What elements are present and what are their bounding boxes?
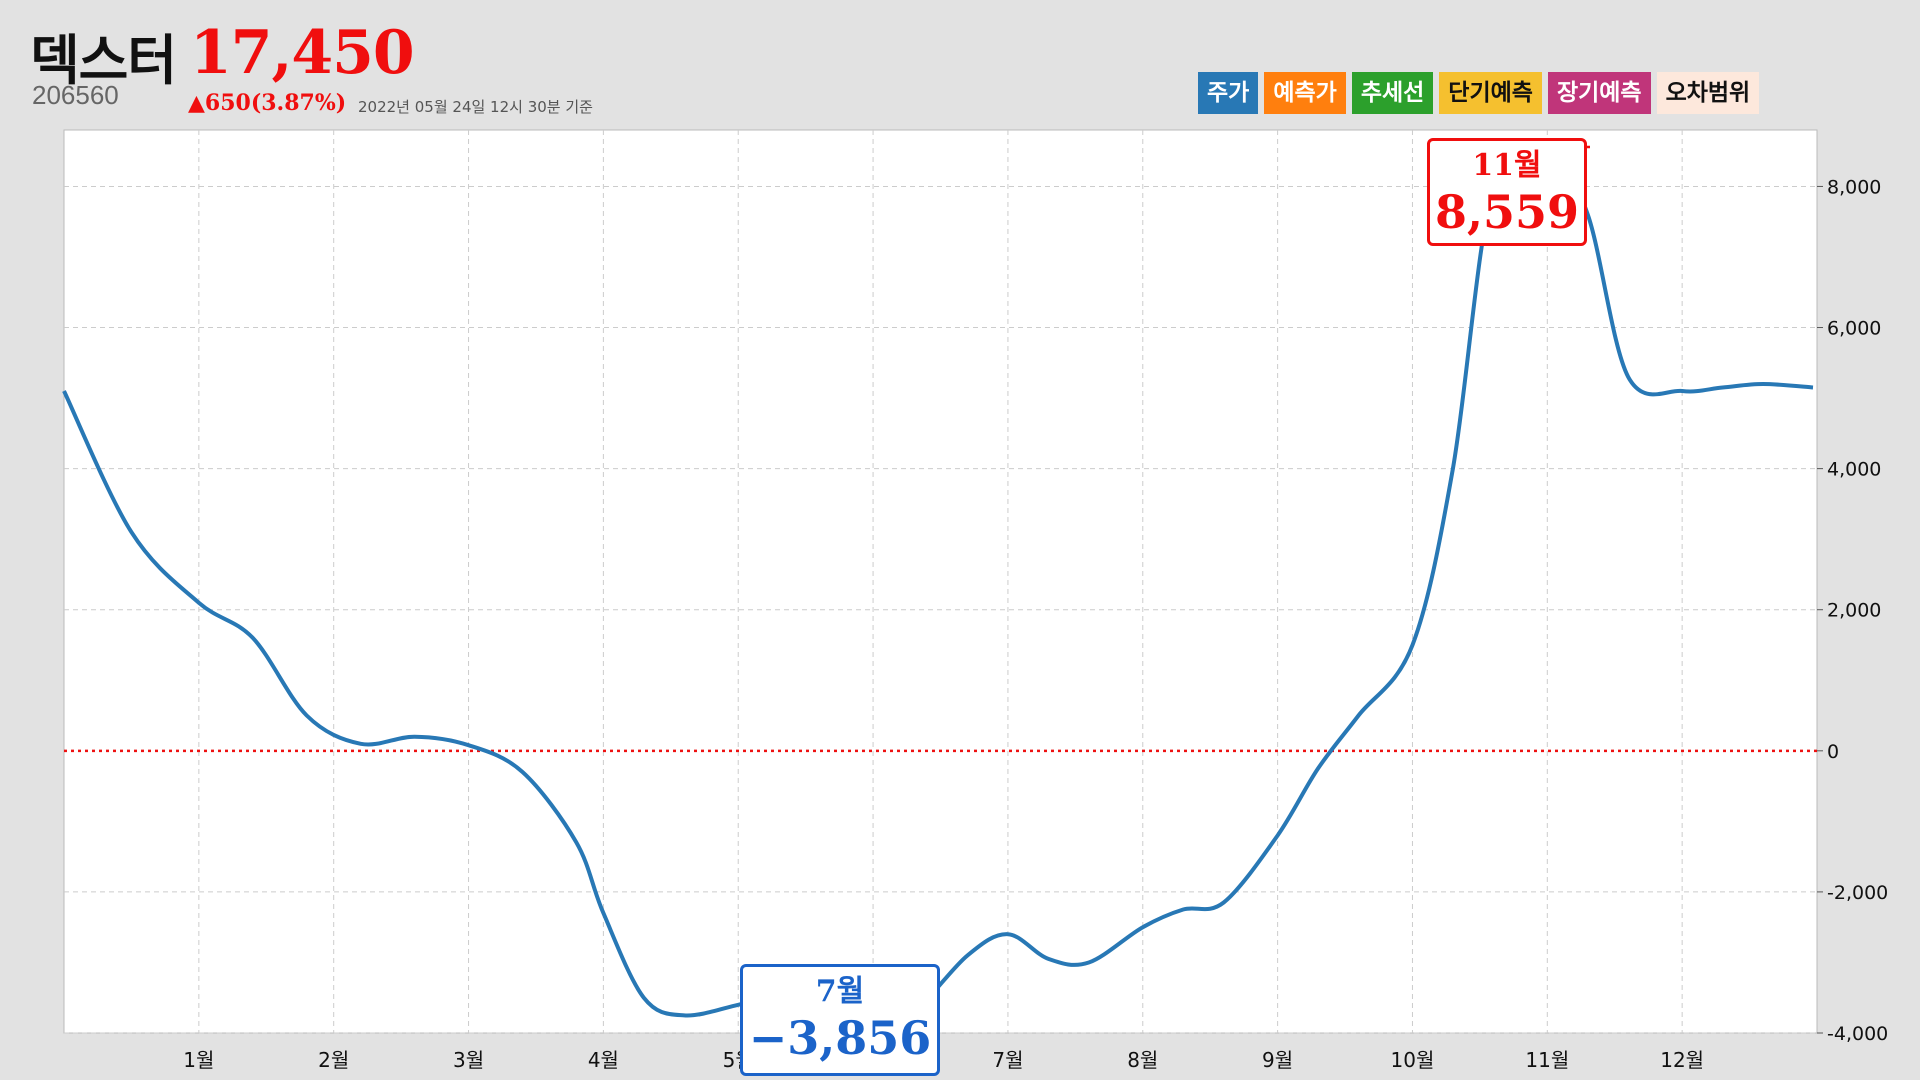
y-tick-label: 2,000 bbox=[1827, 600, 1881, 622]
max-annotation: 11월 8,559 bbox=[1427, 138, 1587, 246]
y-tick-label: 6,000 bbox=[1827, 318, 1881, 340]
line-chart: 1월2월3월4월5월6월7월8월9월10월11월12월-4,000-2,0000… bbox=[62, 129, 1888, 1072]
y-tick-label: 8,000 bbox=[1827, 176, 1881, 198]
x-tick-label: 12월 bbox=[1660, 1048, 1704, 1072]
y-tick-label: -4,000 bbox=[1827, 1023, 1888, 1045]
y-tick-label: -2,000 bbox=[1827, 882, 1888, 904]
x-tick-label: 11월 bbox=[1525, 1048, 1569, 1072]
max-annotation-month: 11월 bbox=[1472, 148, 1542, 183]
max-annotation-value: 8,559 bbox=[1434, 185, 1580, 239]
x-tick-label: 3월 bbox=[453, 1048, 484, 1072]
plot-area bbox=[63, 129, 1818, 1034]
x-tick-label: 8월 bbox=[1127, 1048, 1158, 1072]
min-annotation-value: −3,856 bbox=[748, 1011, 932, 1065]
x-tick-label: 7월 bbox=[992, 1048, 1023, 1072]
x-tick-label: 1월 bbox=[183, 1048, 214, 1072]
x-tick-label: 2월 bbox=[318, 1048, 349, 1072]
x-tick-label: 10월 bbox=[1391, 1048, 1435, 1072]
min-annotation-month: 7월 bbox=[815, 974, 865, 1009]
x-tick-label: 4월 bbox=[588, 1048, 619, 1072]
y-tick-label: 0 bbox=[1827, 741, 1839, 763]
x-tick-label: 9월 bbox=[1262, 1048, 1293, 1072]
y-tick-label: 4,000 bbox=[1827, 459, 1881, 481]
min-annotation: 7월 −3,856 bbox=[740, 964, 940, 1076]
